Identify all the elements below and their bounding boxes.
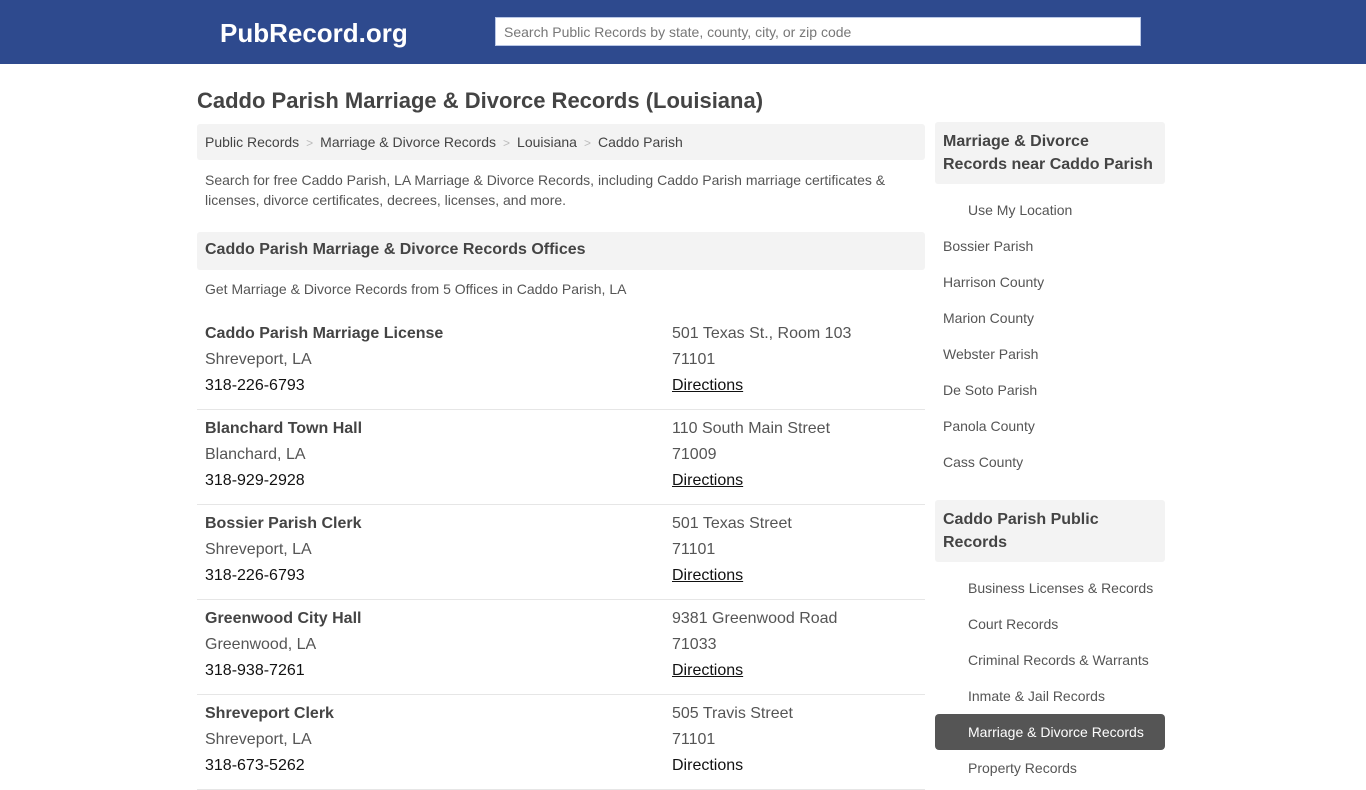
office-item: Blanchard Town Hall Blanchard, LA 318-92… (197, 410, 925, 505)
page-title: Caddo Parish Marriage & Divorce Records … (197, 88, 764, 113)
office-name: Shreveport Clerk (205, 705, 334, 722)
office-city: Shreveport, LA (205, 731, 312, 748)
office-name: Caddo Parish Marriage License (205, 325, 444, 342)
nearby-link[interactable]: Marion County (943, 310, 1034, 326)
public-records-heading: Caddo Parish Public Records (935, 500, 1165, 562)
top-navigation-bar: PubRecord.org (0, 0, 1366, 64)
public-record-item[interactable]: Court Records (935, 606, 1165, 642)
office-name: Bossier Parish Clerk (205, 515, 362, 532)
directions-link[interactable]: Directions (672, 757, 743, 774)
office-name: Greenwood City Hall (205, 610, 362, 627)
public-record-item[interactable]: Inmate & Jail Records (935, 678, 1165, 714)
sidebar: Marriage & Divorce Records near Caddo Pa… (935, 122, 1165, 786)
breadcrumb-separator: > (583, 136, 591, 150)
breadcrumb-separator: > (306, 136, 314, 150)
nearby-item[interactable]: Cass County (935, 444, 1165, 480)
office-item: Bossier Parish Clerk Shreveport, LA 318-… (197, 505, 925, 600)
use-my-location-label[interactable]: Use My Location (968, 202, 1072, 218)
office-city: Shreveport, LA (205, 541, 312, 558)
offices-list: Caddo Parish Marriage License Shreveport… (197, 315, 925, 790)
office-address: 110 South Main Street (672, 420, 831, 437)
nearby-heading: Marriage & Divorce Records near Caddo Pa… (935, 122, 1165, 184)
breadcrumb-caddo-parish[interactable]: Caddo Parish (598, 134, 683, 150)
nearby-link[interactable]: Harrison County (943, 274, 1044, 290)
office-zip: 71101 (672, 731, 716, 748)
breadcrumb-louisiana[interactable]: Louisiana (517, 134, 577, 150)
offices-subtext: Get Marriage & Divorce Records from 5 Of… (205, 281, 627, 297)
office-name: Blanchard Town Hall (205, 420, 363, 437)
directions-link[interactable]: Directions (672, 377, 743, 394)
office-zip: 71101 (672, 541, 716, 558)
public-record-item-active[interactable]: Marriage & Divorce Records (935, 714, 1165, 750)
office-phone[interactable]: 318-226-6793 (205, 373, 443, 399)
office-address: 501 Texas Street (672, 515, 792, 532)
public-record-link[interactable]: Business Licenses & Records (968, 580, 1153, 596)
nearby-link[interactable]: Panola County (943, 418, 1035, 434)
nearby-item[interactable]: Panola County (935, 408, 1165, 444)
office-phone[interactable]: 318-938-7261 (205, 658, 361, 684)
nearby-item[interactable]: Harrison County (935, 264, 1165, 300)
intro-text: Search for free Caddo Parish, LA Marriag… (205, 172, 886, 208)
site-logo[interactable]: PubRecord.org (220, 18, 408, 49)
public-record-link[interactable]: Criminal Records & Warrants (968, 652, 1149, 668)
public-record-link[interactable]: Marriage & Divorce Records (968, 724, 1144, 740)
office-item: Greenwood City Hall Greenwood, LA 318-93… (197, 600, 925, 695)
public-record-item[interactable]: Business Licenses & Records (935, 570, 1165, 606)
office-city: Greenwood, LA (205, 636, 317, 653)
use-my-location-link[interactable]: Use My Location (935, 192, 1165, 228)
breadcrumb: Public Records > Marriage & Divorce Record… (197, 124, 925, 160)
breadcrumb-public-records[interactable]: Public Records (205, 134, 299, 150)
public-record-item[interactable]: Property Records (935, 750, 1165, 786)
nearby-item[interactable]: Marion County (935, 300, 1165, 336)
public-records-list: Business Licenses & Records Court Record… (935, 570, 1165, 786)
directions-link[interactable]: Directions (672, 567, 743, 584)
office-zip: 71009 (672, 446, 717, 463)
office-item: Shreveport Clerk Shreveport, LA 318-673-… (197, 695, 925, 790)
nearby-item[interactable]: De Soto Parish (935, 372, 1165, 408)
office-zip: 71101 (672, 351, 716, 368)
nearby-item[interactable]: Bossier Parish (935, 228, 1165, 264)
directions-link[interactable]: Directions (672, 472, 743, 489)
office-address: 505 Travis Street (672, 705, 793, 722)
public-record-link[interactable]: Inmate & Jail Records (968, 688, 1105, 704)
office-phone[interactable]: 318-226-6793 (205, 563, 362, 589)
nearby-link[interactable]: Bossier Parish (943, 238, 1033, 254)
office-item: Caddo Parish Marriage License Shreveport… (197, 315, 925, 410)
breadcrumb-separator: > (503, 136, 511, 150)
office-city: Blanchard, LA (205, 446, 306, 463)
office-phone[interactable]: 318-673-5262 (205, 753, 334, 779)
public-record-link[interactable]: Court Records (968, 616, 1058, 632)
public-record-link[interactable]: Property Records (968, 760, 1077, 776)
nearby-item[interactable]: Webster Parish (935, 336, 1165, 372)
office-city: Shreveport, LA (205, 351, 312, 368)
nearby-list: Use My Location Bossier Parish Harrison … (935, 192, 1165, 480)
nearby-link[interactable]: De Soto Parish (943, 382, 1037, 398)
offices-heading: Caddo Parish Marriage & Divorce Records … (197, 232, 925, 270)
directions-link[interactable]: Directions (672, 662, 743, 679)
nearby-link[interactable]: Cass County (943, 454, 1023, 470)
breadcrumb-marriage-divorce[interactable]: Marriage & Divorce Records (320, 134, 496, 150)
office-address: 501 Texas St., Room 103 (672, 325, 852, 342)
office-address: 9381 Greenwood Road (672, 610, 838, 627)
search-input[interactable] (495, 17, 1141, 46)
public-record-item[interactable]: Criminal Records & Warrants (935, 642, 1165, 678)
nearby-link[interactable]: Webster Parish (943, 346, 1038, 362)
office-zip: 71033 (672, 636, 717, 653)
office-phone[interactable]: 318-929-2928 (205, 468, 362, 494)
